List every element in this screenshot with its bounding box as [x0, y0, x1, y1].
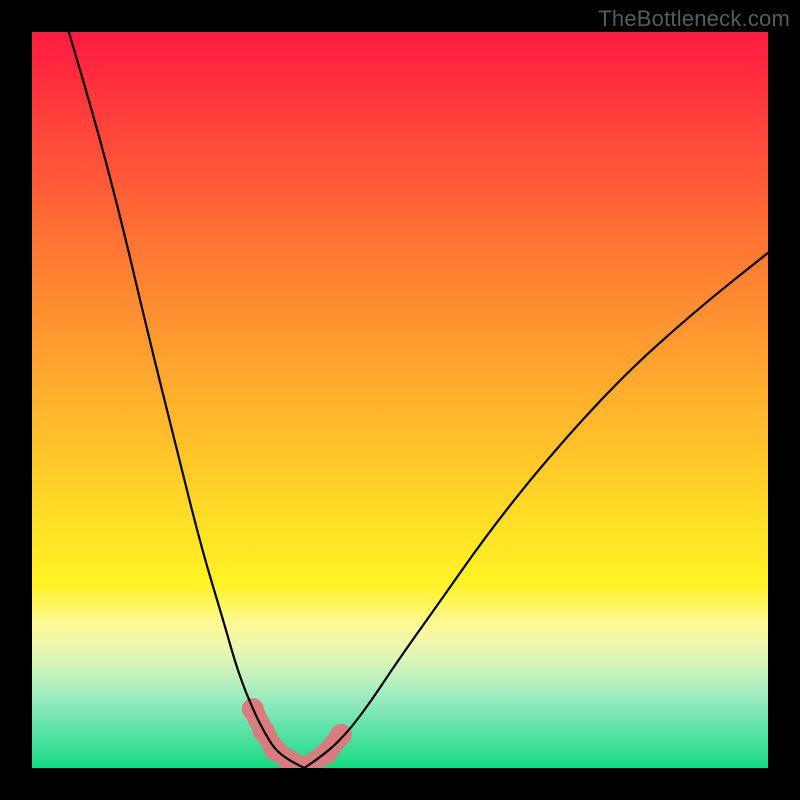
left-curve — [69, 32, 304, 768]
highlight-dot — [330, 724, 352, 746]
chart-frame: TheBottleneck.com — [0, 0, 800, 800]
right-curve — [304, 253, 768, 768]
plot-area — [32, 32, 768, 768]
watermark-text: TheBottleneck.com — [598, 6, 790, 32]
highlight-markers — [242, 698, 352, 768]
curve-layer — [32, 32, 768, 768]
